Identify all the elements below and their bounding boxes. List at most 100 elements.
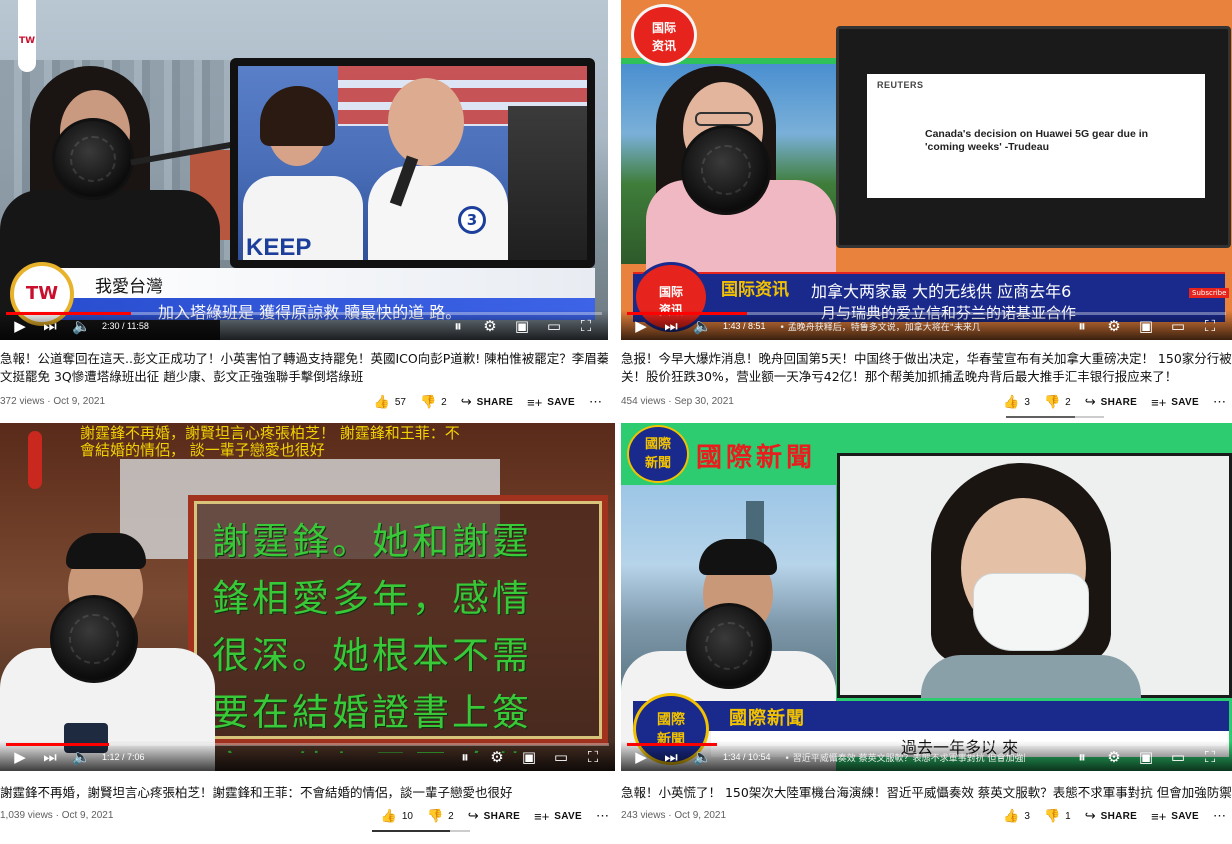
theater-icon[interactable]: ▭ — [553, 749, 569, 765]
video-title-line1[interactable]: 謝霆鋒不再婚，謝賢坦言心疼張柏芝！謝霆鋒和王菲：不會結婚的情侶，談一輩子戀愛也很… — [0, 784, 615, 802]
dislike-button[interactable]: 👎 1 — [1044, 808, 1071, 824]
time-display: 2:30 / 11:58 — [102, 321, 149, 331]
play-icon[interactable]: ▶ — [12, 318, 28, 334]
fullscreen-icon[interactable]: ⛶ — [1202, 318, 1218, 334]
play-icon[interactable]: ▶ — [633, 749, 649, 765]
dislike-button[interactable]: 👎 2 — [420, 394, 447, 410]
share-button[interactable]: ↪ SHARE — [468, 808, 520, 824]
save-button[interactable]: ≡+ SAVE — [527, 395, 575, 410]
like-button[interactable]: 👍 10 — [381, 808, 413, 824]
dislike-count: 2 — [1065, 396, 1071, 408]
volume-icon[interactable]: 🔈 — [693, 749, 712, 765]
woman-hair — [260, 86, 335, 146]
gear-icon[interactable]: ⚙ — [482, 318, 498, 334]
more-icon: ⋯ — [596, 808, 609, 823]
fullscreen-icon[interactable]: ⛶ — [1202, 749, 1218, 765]
theater-icon[interactable]: ▭ — [1170, 749, 1186, 765]
like-count: 3 — [1024, 396, 1030, 408]
next-icon[interactable]: ⏭ — [42, 749, 58, 765]
progress-bar[interactable] — [6, 743, 609, 746]
video-title-line1[interactable]: 急报！今早大爆炸消息！晚舟回国第5天！中国终于做出决定，华春莹宣布有关加拿大重磅… — [621, 350, 1232, 368]
reuters-logo: REUTERS — [877, 80, 924, 90]
more-button[interactable]: ⋯ — [589, 394, 602, 410]
share-button[interactable]: ↪ SHARE — [1085, 808, 1137, 824]
more-button[interactable]: ⋯ — [1213, 808, 1226, 824]
banner-name-text: 我愛台灣 — [95, 277, 163, 297]
video-player-1[interactable]: KEEP 3 TW 我愛台灣 加入塔綠班是 獲得原諒救 贖最快的道 路。 TW … — [0, 0, 608, 340]
share-button[interactable]: ↪ SHARE — [1085, 394, 1137, 410]
next-icon[interactable]: ⏭ — [663, 318, 679, 334]
volume-icon[interactable]: 🔈 — [72, 749, 91, 765]
progress-bar[interactable] — [6, 312, 602, 315]
like-button[interactable]: 👍 57 — [374, 394, 406, 410]
like-button[interactable]: 👍 3 — [1003, 808, 1030, 824]
thumbs-up-icon: 👍 — [1003, 808, 1020, 823]
player-controls: ▶ ⏭ 🔈 1:43 / 8:51 • 孟晚舟获释后，特鲁多文说，加拿大将在"未… — [621, 310, 1232, 340]
progress-bar[interactable] — [627, 312, 1226, 315]
volume-icon[interactable]: 🔈 — [72, 318, 91, 334]
save-playlist-icon: ≡+ — [1151, 394, 1167, 410]
miniplayer-icon[interactable]: ▣ — [1138, 318, 1154, 334]
progress-played — [6, 312, 132, 315]
like-button[interactable]: 👍 3 — [1003, 394, 1030, 410]
corner-badge-line2: 资讯 — [651, 39, 676, 53]
save-button[interactable]: ≡+ SAVE — [534, 809, 582, 824]
miniplayer-icon[interactable]: ▣ — [1138, 749, 1154, 765]
chapter-title[interactable]: • 習近平威懾奏效 蔡英文服軟？表態不求軍事對抗 但會加強防禦 > — [785, 751, 1025, 764]
gear-icon[interactable]: ⚙ — [1106, 749, 1122, 765]
gear-icon[interactable]: ⚙ — [489, 749, 505, 765]
dislike-button[interactable]: 👎 2 — [1044, 394, 1071, 410]
save-button[interactable]: ≡+ SAVE — [1151, 395, 1199, 410]
progress-bar[interactable] — [627, 743, 1226, 746]
more-icon: ⋯ — [589, 394, 602, 409]
subscribe-watermark[interactable]: Subscribe — [1189, 288, 1230, 298]
autoplay-toggle-icon[interactable]: ⏸ — [1074, 318, 1090, 334]
microphone — [681, 125, 771, 215]
video-meta: 謝霆鋒不再婚，謝賢坦言心疼張柏芝！謝霆鋒和王菲：不會結婚的情侶，談一輩子戀愛也很… — [0, 784, 615, 832]
progress-played — [627, 743, 717, 746]
like-ratio-fill — [372, 830, 451, 832]
video-card-4: 國際新聞 國際新聞 國際新聞 過去一年多以 來 國際 新聞 ▶ ⏭ — [621, 423, 1232, 844]
video-player-2[interactable]: 国际 资讯 REUTERS Canada's decision on Huawe… — [621, 0, 1232, 340]
video-title-line2[interactable]: 文挺罷免 3Q慘遭塔綠班出征 趙少康、彭文正強強聯手擊倒塔綠班 — [0, 368, 608, 386]
video-player-4[interactable]: 國際新聞 國際新聞 國際新聞 過去一年多以 來 國際 新聞 ▶ ⏭ — [621, 423, 1232, 771]
corner-badge-line1: 国际 — [651, 21, 676, 35]
share-button[interactable]: ↪ SHARE — [461, 394, 513, 410]
play-icon[interactable]: ▶ — [12, 749, 28, 765]
fullscreen-icon[interactable]: ⛶ — [585, 749, 601, 765]
thumbs-down-icon: 👎 — [426, 808, 444, 823]
video-meta: 急報！小英慌了！ 150架次大陸軍機台海演練！習近平威懾奏效 蔡英文服軟？表態不… — [621, 784, 1232, 830]
video-title-line1[interactable]: 急報！公道奪回在這天..彭文正成功了！小英害怕了轉過支持罷免！英國ICO向彭P道… — [0, 350, 608, 368]
autoplay-toggle-icon[interactable]: ⏸ — [457, 749, 473, 765]
view-date-stats: 243 views · Oct 9, 2021 — [621, 810, 727, 821]
save-button[interactable]: ≡+ SAVE — [1151, 809, 1199, 824]
theater-icon[interactable]: ▭ — [1170, 318, 1186, 334]
dislike-button[interactable]: 👎 2 — [427, 808, 454, 824]
theater-icon[interactable]: ▭ — [546, 318, 562, 334]
overlay-top-text: 謝霆鋒不再婚，謝賢坦言心疼張柏芝！ 謝霆鋒和王菲：不會結婚的情侶， 談一輩子戀愛… — [80, 424, 460, 459]
play-icon[interactable]: ▶ — [633, 318, 649, 334]
bottom-badge-line1: 國際 — [657, 712, 685, 728]
video-player-3[interactable]: 謝霆鋒不再婚，謝賢坦言心疼張柏芝！ 謝霆鋒和王菲：不會結婚的情侶， 談一輩子戀愛… — [0, 423, 615, 771]
chapter-title[interactable]: • 孟晚舟获释后，特鲁多文说，加拿大将在"未来几周"决定是否禁止... — [780, 320, 980, 333]
next-icon[interactable]: ⏭ — [42, 318, 58, 334]
fullscreen-icon[interactable]: ⛶ — [578, 318, 594, 334]
more-button[interactable]: ⋯ — [1213, 394, 1226, 410]
president-top — [921, 655, 1141, 698]
autoplay-toggle-icon[interactable]: ⏸ — [1074, 749, 1090, 765]
like-count: 3 — [1024, 810, 1030, 822]
banner-title: 國際新聞 — [729, 708, 805, 729]
autoplay-toggle-icon[interactable]: ⏸ — [450, 318, 466, 334]
next-icon[interactable]: ⏭ — [663, 749, 679, 765]
banner-line1: 加拿大两家最 大的无线供 应商去年6 — [811, 282, 1072, 301]
gear-icon[interactable]: ⚙ — [1106, 318, 1122, 334]
video-title-line1[interactable]: 急報！小英慌了！ 150架次大陸軍機台海演練！習近平威懾奏效 蔡英文服軟？表態不… — [621, 784, 1232, 802]
video-title-line2[interactable]: 关！股价狂跌30%，营业额一天净亏42亿！那个帮美加抓捕孟晚舟背后最大推手汇丰银… — [621, 368, 1232, 386]
progress-played — [6, 743, 109, 746]
volume-icon[interactable]: 🔈 — [693, 318, 712, 334]
miniplayer-icon[interactable]: ▣ — [521, 749, 537, 765]
header-title: 國際新聞 — [696, 443, 817, 473]
miniplayer-icon[interactable]: ▣ — [514, 318, 530, 334]
crowd — [508, 106, 587, 260]
more-button[interactable]: ⋯ — [596, 808, 609, 824]
